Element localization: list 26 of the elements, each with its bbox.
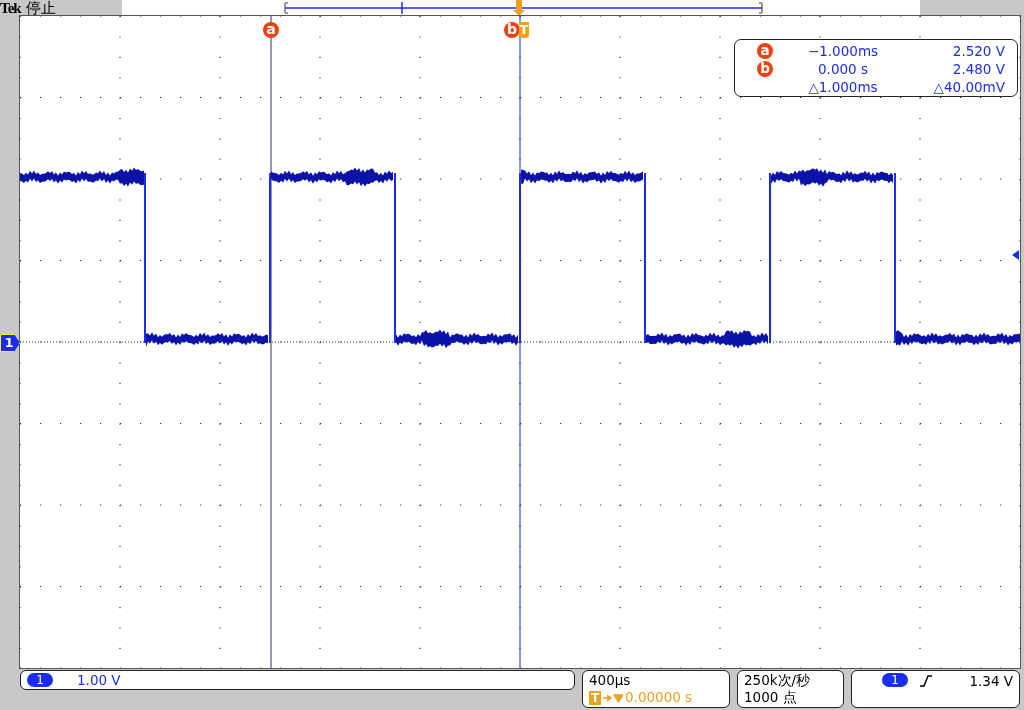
cursor-voltage: 2.520 V — [951, 43, 1006, 59]
cursor-label: b — [757, 61, 773, 77]
sample-rate: 250k次/秒 — [744, 672, 812, 689]
delta-time: △1.000ms — [807, 79, 879, 95]
cursor-marker[interactable]: a — [263, 22, 279, 38]
trigger-badge: T — [589, 690, 601, 705]
trigger-level-icon — [1012, 250, 1019, 260]
channel-ground-marker[interactable]: 1 — [0, 334, 20, 352]
cursor-time: 0.000 s — [817, 61, 869, 77]
cursor-marker[interactable]: b — [504, 22, 520, 38]
delta-voltage: △40.00mV — [932, 79, 1006, 95]
record-length: 1000 点 — [744, 689, 798, 706]
trigger-level: 1.34 V — [968, 673, 1013, 690]
cursor-time: −1.000ms — [806, 43, 880, 59]
vertical-scale: 1.00 V — [77, 672, 121, 688]
trigger-position-icon — [513, 0, 525, 16]
trigger-source-badge[interactable]: 1 — [882, 673, 908, 687]
cursor-label: a — [757, 43, 773, 59]
cursor-voltage: 2.480 V — [951, 61, 1006, 77]
channel-badge[interactable]: 1 — [27, 673, 53, 687]
cursor-line[interactable] — [270, 16, 272, 668]
horizontal-delay: 0.00000 s — [625, 689, 693, 706]
acquisition-status: 停止 — [25, 0, 56, 16]
brand-logo: Tek — [0, 0, 21, 16]
arrow-to-center-icon — [603, 692, 623, 703]
horizontal-scale: 400µs — [589, 672, 632, 689]
